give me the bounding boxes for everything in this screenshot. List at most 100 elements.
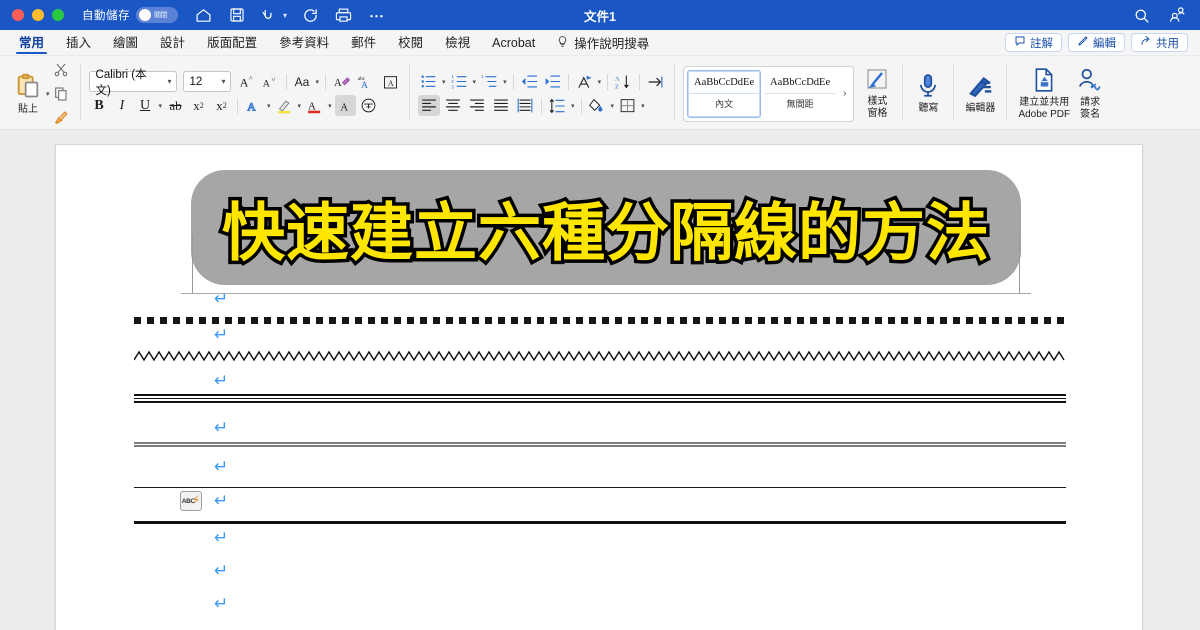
collaborate-icon[interactable] xyxy=(1167,6,1186,25)
align-right-button[interactable] xyxy=(466,95,488,116)
underline-dropdown-icon[interactable]: ▾ xyxy=(158,102,164,110)
tab-view[interactable]: 檢視 xyxy=(434,30,481,56)
more-icon[interactable] xyxy=(367,6,386,25)
share-icon xyxy=(1140,35,1152,50)
font-family-value: Calibri (本文) xyxy=(96,66,162,98)
bullets-icon[interactable] xyxy=(418,71,439,92)
tab-home[interactable]: 常用 xyxy=(8,30,55,56)
asian-layout-icon[interactable] xyxy=(574,71,595,92)
underline-button[interactable]: U xyxy=(135,95,156,116)
editing-button[interactable]: 編輯 xyxy=(1068,33,1125,52)
comments-button[interactable]: 註解 xyxy=(1005,33,1062,52)
align-left-button[interactable] xyxy=(418,95,440,116)
change-case-icon[interactable]: Aa xyxy=(292,71,313,92)
styles-pane-button[interactable]: 樣式 窗格 xyxy=(860,68,894,119)
borders-icon[interactable] xyxy=(617,95,638,116)
maximize-window-button[interactable] xyxy=(52,9,64,21)
dictate-button[interactable]: 聽寫 xyxy=(911,73,945,114)
enclose-characters-icon[interactable] xyxy=(358,95,379,116)
tab-references[interactable]: 參考資料 xyxy=(268,30,340,56)
font-family-select[interactable]: Calibri (本文) ▾ xyxy=(89,71,177,92)
multilevel-dropdown-icon[interactable]: ▾ xyxy=(502,78,508,86)
autocorrect-options-button[interactable]: ABC ⚡ xyxy=(180,491,202,511)
strikethrough-button[interactable]: ab xyxy=(165,95,186,116)
multilevel-list-icon[interactable]: 1 xyxy=(479,71,500,92)
share-button[interactable]: 共用 xyxy=(1131,33,1188,52)
tell-me-search[interactable]: 操作說明搜尋 xyxy=(546,33,649,52)
signature-label-2: 簽名 xyxy=(1080,109,1100,120)
create-share-pdf-button[interactable]: 建立並共用 Adobe PDF xyxy=(1015,67,1073,120)
superscript-button[interactable]: x2 xyxy=(211,95,232,116)
clear-formatting-icon[interactable]: A xyxy=(331,71,353,92)
text-effects-icon[interactable]: A xyxy=(243,95,264,116)
justify-button[interactable] xyxy=(490,95,512,116)
numbering-dropdown-icon[interactable]: ▾ xyxy=(472,78,478,86)
line-spacing-icon[interactable] xyxy=(547,95,568,116)
document-canvas[interactable]: 快速建立六種分隔線的方法 ↵ ↵ ↵ ↵ xyxy=(0,130,1200,630)
increase-indent-icon[interactable] xyxy=(542,71,563,92)
editor-group: 編輯器 xyxy=(957,58,1003,129)
character-border-icon[interactable]: A xyxy=(380,71,401,92)
cut-icon[interactable] xyxy=(51,59,72,80)
group-separator xyxy=(674,64,675,121)
editor-button[interactable]: 編輯器 xyxy=(962,73,998,114)
tab-review[interactable]: 校閱 xyxy=(387,30,434,56)
decrease-font-size-icon[interactable]: A˅ xyxy=(260,71,281,92)
font-color-dropdown-icon[interactable]: ▾ xyxy=(327,102,333,110)
text-effects-dropdown-icon[interactable]: ▾ xyxy=(266,102,272,110)
increase-font-size-icon[interactable]: A^ xyxy=(237,71,258,92)
tab-design[interactable]: 設計 xyxy=(149,30,196,56)
autosave-control[interactable]: 自動儲存 關閉 xyxy=(82,7,178,23)
numbering-icon[interactable]: 123 xyxy=(449,71,470,92)
style-sample-text: AaBbCcDdEe xyxy=(770,77,830,88)
show-formatting-marks-icon[interactable] xyxy=(645,71,666,92)
line-spacing-dropdown-icon[interactable]: ▾ xyxy=(570,102,576,110)
redo-icon[interactable] xyxy=(301,6,320,25)
undo-icon[interactable] xyxy=(260,6,279,25)
style-card-normal[interactable]: AaBbCcDdEe 內文 xyxy=(687,70,761,118)
undo-dropdown-icon[interactable]: ▾ xyxy=(283,11,287,20)
print-icon[interactable] xyxy=(334,6,353,25)
style-sample-text: AaBbCcDdEe xyxy=(694,77,754,88)
tab-insert[interactable]: 插入 xyxy=(55,30,102,56)
phonetic-guide-icon[interactable]: abcA xyxy=(355,71,378,92)
divider xyxy=(325,74,326,90)
change-case-dropdown-icon[interactable]: ▾ xyxy=(315,78,321,86)
font-color-icon[interactable]: A xyxy=(304,95,325,116)
pencil-icon xyxy=(1077,35,1089,50)
italic-button[interactable]: I xyxy=(112,95,133,116)
request-signature-button[interactable]: 請求 簽名 xyxy=(1073,67,1107,120)
close-window-button[interactable] xyxy=(12,9,24,21)
minimize-window-button[interactable] xyxy=(32,9,44,21)
font-size-select[interactable]: 12 ▾ xyxy=(183,71,231,92)
borders-dropdown-icon[interactable]: ▾ xyxy=(640,102,646,110)
asian-layout-dropdown-icon[interactable]: ▾ xyxy=(597,78,603,86)
highlight-color-icon[interactable] xyxy=(274,95,295,116)
character-shading-icon[interactable]: A xyxy=(335,95,356,116)
shading-icon[interactable] xyxy=(587,95,608,116)
document-page[interactable]: 快速建立六種分隔線的方法 ↵ ↵ ↵ ↵ xyxy=(55,144,1143,630)
styles-more-icon[interactable]: › xyxy=(839,88,850,99)
distribute-button[interactable] xyxy=(514,95,536,116)
title-banner[interactable]: 快速建立六種分隔線的方法 xyxy=(191,170,1021,285)
tab-draw[interactable]: 繪圖 xyxy=(102,30,149,56)
home-icon[interactable] xyxy=(194,6,213,25)
save-icon[interactable] xyxy=(227,6,246,25)
format-painter-icon[interactable] xyxy=(51,107,72,128)
decrease-indent-icon[interactable] xyxy=(519,71,540,92)
style-card-no-spacing[interactable]: AaBbCcDdEe 無間距 xyxy=(763,70,837,118)
sort-icon[interactable]: AZ xyxy=(613,71,634,92)
autosave-toggle[interactable]: 關閉 xyxy=(136,7,178,23)
tab-layout[interactable]: 版面配置 xyxy=(196,30,268,56)
paste-button[interactable]: 貼上 xyxy=(11,72,45,115)
bullets-dropdown-icon[interactable]: ▾ xyxy=(441,78,447,86)
subscript-button[interactable]: x2 xyxy=(188,95,209,116)
copy-icon[interactable] xyxy=(51,83,72,104)
shading-dropdown-icon[interactable]: ▾ xyxy=(610,102,616,110)
tab-acrobat[interactable]: Acrobat xyxy=(481,30,546,56)
align-center-button[interactable] xyxy=(442,95,464,116)
search-icon[interactable] xyxy=(1132,6,1151,25)
bold-button[interactable]: B xyxy=(89,95,110,116)
tab-mailings[interactable]: 郵件 xyxy=(340,30,387,56)
highlight-dropdown-icon[interactable]: ▾ xyxy=(297,102,303,110)
